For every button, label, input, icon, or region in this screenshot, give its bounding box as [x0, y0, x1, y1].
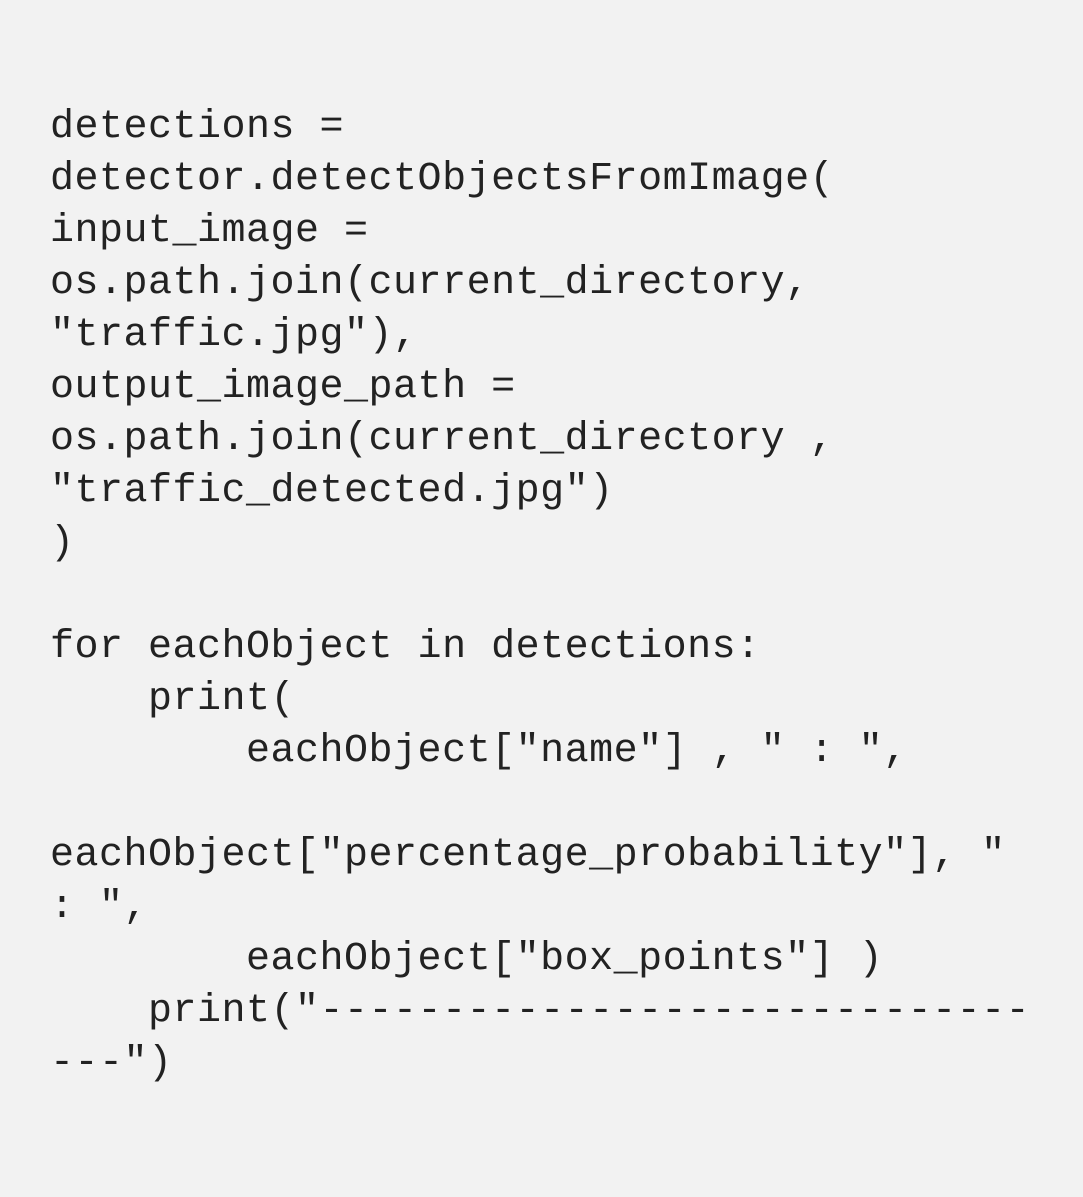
- code-line-7: print(: [50, 677, 295, 722]
- code-line-3: output_image_path = os.path.join(current…: [50, 365, 859, 514]
- code-line-11: print("--------------------------------"…: [50, 989, 1030, 1086]
- code-line-2: input_image = os.path.join(current_direc…: [50, 209, 834, 358]
- code-line-6: for eachObject in detections:: [50, 625, 761, 670]
- code-line-1: detections = detector.detectObjectsFromI…: [50, 105, 834, 202]
- code-line-10: eachObject["box_points"] ): [50, 937, 883, 982]
- code-line-8: eachObject["name"] , " : ",: [50, 729, 908, 774]
- code-block: detections = detector.detectObjectsFromI…: [50, 50, 1033, 1090]
- code-line-9: eachObject["percentage_probability"], " …: [50, 781, 1030, 930]
- code-line-4: ): [50, 521, 75, 566]
